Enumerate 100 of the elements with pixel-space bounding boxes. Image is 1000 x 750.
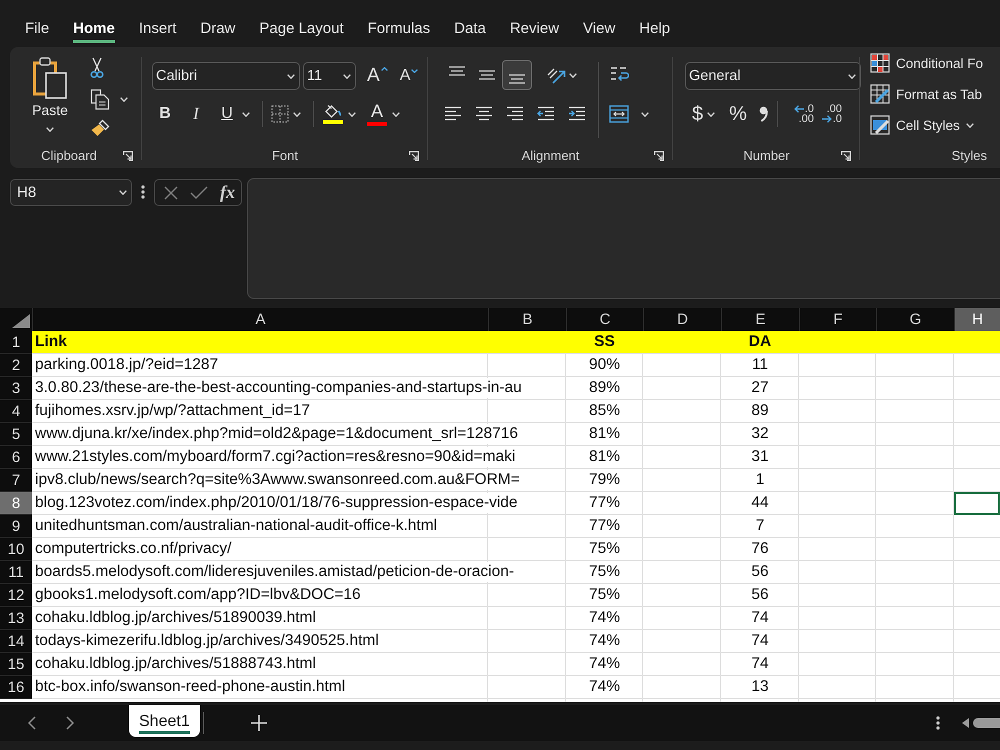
select-all-icon[interactable] — [12, 314, 30, 328]
dialog-launcher-icon[interactable] — [654, 150, 664, 160]
cut-button[interactable] — [90, 57, 104, 79]
plus-icon[interactable] — [250, 715, 267, 731]
caret-icon[interactable] — [120, 96, 128, 102]
caret-icon[interactable] — [569, 72, 577, 78]
format-painter-button[interactable] — [90, 119, 110, 137]
caret-icon[interactable] — [46, 127, 54, 132]
row-header[interactable]: 14 — [0, 630, 32, 653]
chevron-left-icon[interactable] — [28, 716, 36, 730]
caret-icon[interactable] — [848, 74, 856, 78]
menu-tab[interactable]: Review — [510, 20, 560, 43]
table-cell: todays-kimezerifu.ldblog.jp/archives/3490525.html — [32, 631, 379, 651]
grow-font-button[interactable]: A — [367, 65, 388, 87]
table-cell: 74 — [751, 608, 769, 628]
cell-styles-button[interactable]: Cell Styles — [870, 111, 1000, 139]
name-box[interactable]: H8 — [10, 179, 132, 206]
chevron-right-icon[interactable] — [66, 716, 74, 730]
more-icon[interactable] — [936, 716, 940, 730]
row-header[interactable]: 4 — [0, 400, 32, 423]
menu-tab[interactable]: Draw — [200, 20, 236, 43]
table-cell: fujihomes.xsrv.jp/wp/?attachment_id=17 — [32, 401, 310, 421]
comma-style-button[interactable] — [758, 106, 769, 122]
caret-icon[interactable] — [348, 112, 356, 116]
row-header[interactable]: 13 — [0, 607, 32, 630]
menu-tab[interactable]: Insert — [138, 20, 176, 43]
row-header[interactable]: 7 — [0, 469, 32, 492]
menu-tab[interactable]: File — [25, 20, 50, 43]
row-header[interactable]: 2 — [0, 354, 32, 377]
copy-button[interactable] — [90, 88, 110, 110]
row-header[interactable]: 3 — [0, 377, 32, 400]
table-cell: 75% — [588, 585, 620, 605]
percent-button[interactable]: % — [729, 102, 747, 126]
caret-icon[interactable] — [119, 190, 127, 195]
dialog-launcher-icon[interactable] — [409, 150, 419, 160]
menu-tab[interactable]: Help — [639, 20, 670, 43]
paint-bucket-icon — [323, 104, 343, 118]
align-right-icon[interactable] — [506, 106, 524, 120]
number-format-dropdown[interactable]: General — [685, 62, 861, 90]
more-icon[interactable] — [141, 185, 145, 199]
paste-button[interactable]: Paste — [32, 57, 68, 132]
format-table-button[interactable]: Format as Tab — [870, 80, 1000, 108]
increase-decimal-button[interactable]: .0 .00 — [790, 104, 814, 124]
orientation-button[interactable] — [546, 66, 566, 84]
menu-tab[interactable]: Formulas — [368, 20, 430, 43]
borders-button[interactable] — [271, 105, 289, 123]
check-icon[interactable] — [190, 186, 208, 199]
fill-color-button[interactable] — [322, 104, 344, 124]
caret-icon[interactable] — [966, 122, 974, 128]
row-header[interactable]: 16 — [0, 676, 32, 699]
decrease-decimal-button[interactable]: .00 .0 — [818, 104, 842, 124]
caret-icon[interactable] — [392, 112, 400, 116]
row-header[interactable]: 10 — [0, 538, 32, 561]
increase-indent-icon[interactable] — [568, 106, 586, 120]
wrap-text-icon — [609, 65, 629, 83]
row-header[interactable]: 1 — [0, 331, 32, 354]
active-cell[interactable] — [954, 492, 1000, 515]
row-header[interactable]: 9 — [0, 515, 32, 538]
decrease-indent-icon[interactable] — [537, 106, 555, 120]
font-size-dropdown[interactable]: 11 — [303, 62, 356, 90]
caret-icon[interactable] — [287, 74, 295, 78]
row-header[interactable]: 8 — [0, 492, 32, 515]
bold-button[interactable]: B — [158, 105, 172, 123]
dialog-launcher-icon[interactable] — [841, 150, 851, 160]
middle-align-icon — [478, 70, 496, 80]
caret-icon[interactable] — [242, 112, 250, 116]
bottom-align-button[interactable] — [502, 60, 532, 90]
menu-tab[interactable]: View — [583, 20, 616, 43]
italic-button[interactable]: I — [189, 104, 203, 124]
wrap-text-button[interactable] — [609, 65, 629, 83]
caret-icon[interactable] — [641, 112, 649, 116]
row-header[interactable]: 5 — [0, 423, 32, 446]
sheet-tab[interactable]: Sheet1 — [129, 705, 200, 737]
row-header[interactable]: 11 — [0, 561, 32, 584]
menu-tab[interactable]: Page Layout — [259, 20, 344, 43]
formula-input[interactable] — [247, 178, 1000, 299]
font-name-dropdown[interactable]: Calibri — [152, 62, 300, 90]
menu-tab[interactable]: Data — [454, 20, 486, 43]
caret-icon[interactable] — [343, 74, 351, 78]
font-color-button[interactable]: A — [366, 102, 388, 126]
row-header[interactable]: 12 — [0, 584, 32, 607]
currency-button[interactable]: $ — [692, 102, 704, 126]
align-center-icon[interactable] — [475, 106, 493, 120]
underline-button[interactable]: U — [220, 105, 234, 123]
insert-function-button[interactable]: fx — [220, 182, 235, 203]
dialog-launcher-icon[interactable] — [123, 150, 133, 160]
cancel-icon[interactable] — [164, 186, 178, 200]
shrink-font-button[interactable]: A — [400, 67, 418, 85]
conditional-formatting-button[interactable]: Conditional Fo — [870, 49, 1000, 77]
merge-center-button[interactable] — [609, 105, 629, 123]
menu-tab[interactable]: Home — [73, 20, 115, 43]
column-header[interactable]: H — [954, 308, 1000, 331]
horizontal-scrollbar[interactable] — [960, 716, 1000, 730]
row-header[interactable]: 15 — [0, 653, 32, 676]
align-left-icon[interactable] — [444, 106, 462, 120]
caret-icon[interactable] — [293, 112, 301, 116]
row-header[interactable]: 6 — [0, 446, 32, 469]
top-align-icon — [448, 66, 466, 76]
caret-icon[interactable] — [707, 112, 716, 116]
table-cell: 13 — [751, 677, 769, 697]
